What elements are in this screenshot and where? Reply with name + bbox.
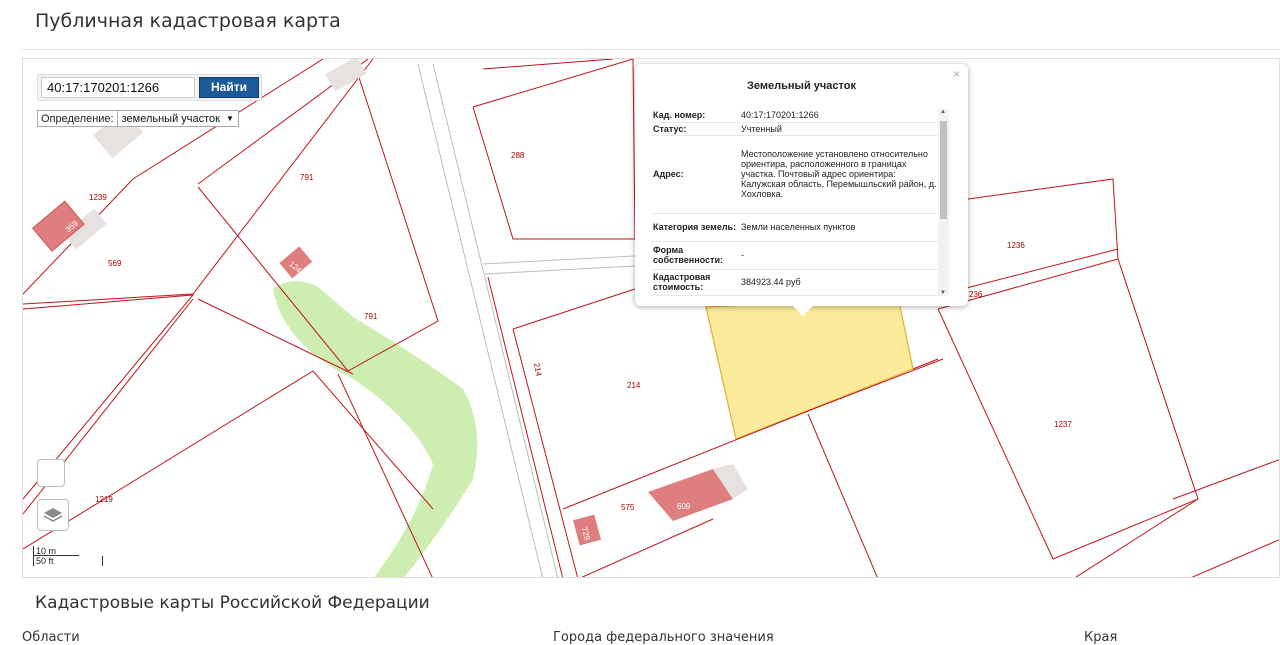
popup-pointer	[793, 306, 813, 316]
info-value: Учтенный	[739, 122, 941, 136]
info-key: Статус:	[651, 122, 739, 136]
column-federal-cities: Города федерального значения	[553, 630, 774, 645]
building-label: 609	[677, 502, 691, 511]
layers-button[interactable]	[37, 499, 69, 531]
parcel-label: 1239	[89, 193, 107, 202]
info-value: 384923.44 руб	[739, 269, 941, 296]
info-key: Кадастровая стоимость:	[651, 269, 739, 296]
info-value: 40:17:170201:1266	[739, 109, 941, 123]
green-zone	[273, 281, 478, 577]
popup-scrollbar[interactable]: ▲ ▼	[938, 109, 949, 296]
page-title: Публичная кадастровая карта	[35, 10, 341, 32]
parcel-label: 236	[969, 290, 983, 299]
definition-row: Определение: земельный участок ▼	[37, 110, 239, 127]
cadastral-number-input[interactable]	[41, 77, 195, 98]
parcel-label: 575	[621, 503, 635, 512]
parcel-info-popup: × Земельный участок Кад. номер: 40:17:170…	[635, 64, 968, 316]
parcel-label: 288	[511, 151, 525, 160]
info-key: Категория земель:	[651, 213, 739, 242]
parcel-info-table: Кад. номер: 40:17:170201:1266 Статус: Учте…	[651, 109, 941, 296]
definition-label: Определение:	[41, 112, 114, 125]
title-divider	[22, 49, 1280, 50]
parcel-label: 569	[108, 259, 122, 268]
parcel-label: 791	[364, 312, 378, 321]
scale-bar: 10 m 50 ft	[33, 546, 103, 566]
info-key: Форма собственности:	[651, 241, 739, 270]
close-icon[interactable]: ×	[953, 67, 960, 81]
section-title: Кадастровые карты Российской Федерации	[35, 593, 430, 613]
find-button[interactable]: Найти	[199, 77, 259, 98]
info-key: Кад. номер:	[651, 109, 739, 123]
info-value: Местоположение установлено относительно …	[739, 135, 941, 214]
search-panel: Найти	[37, 74, 262, 101]
parcel-label: 1237	[1054, 420, 1072, 429]
map-tool-button[interactable]	[37, 459, 65, 487]
column-regions: Области	[22, 630, 80, 645]
scroll-thumb[interactable]	[940, 121, 947, 219]
definition-value: земельный участок	[121, 112, 220, 125]
parcel-label: 791	[300, 173, 314, 182]
layers-icon	[43, 508, 63, 522]
parcel-label: 1236	[1007, 241, 1025, 250]
scale-imperial: 50 ft	[33, 556, 103, 566]
parcel-label: 1219	[95, 495, 113, 504]
chevron-down-icon: ▼	[226, 114, 234, 123]
parcel-label: 214	[627, 381, 641, 390]
definition-select[interactable]: земельный участок ▼	[116, 111, 238, 126]
info-key: Адрес:	[651, 135, 739, 214]
column-krais: Края	[1084, 630, 1118, 645]
popup-title: Земельный участок	[747, 80, 856, 92]
scroll-down-icon[interactable]: ▼	[940, 290, 946, 296]
scroll-up-icon[interactable]: ▲	[940, 109, 946, 115]
scale-metric: 10 m	[33, 546, 79, 556]
cadastral-map[interactable]: 1239 569 791 791 288 214 214 1236 236 12…	[22, 58, 1280, 578]
info-value: Земли населенных пунктов	[739, 213, 941, 242]
info-value: -	[739, 241, 941, 270]
